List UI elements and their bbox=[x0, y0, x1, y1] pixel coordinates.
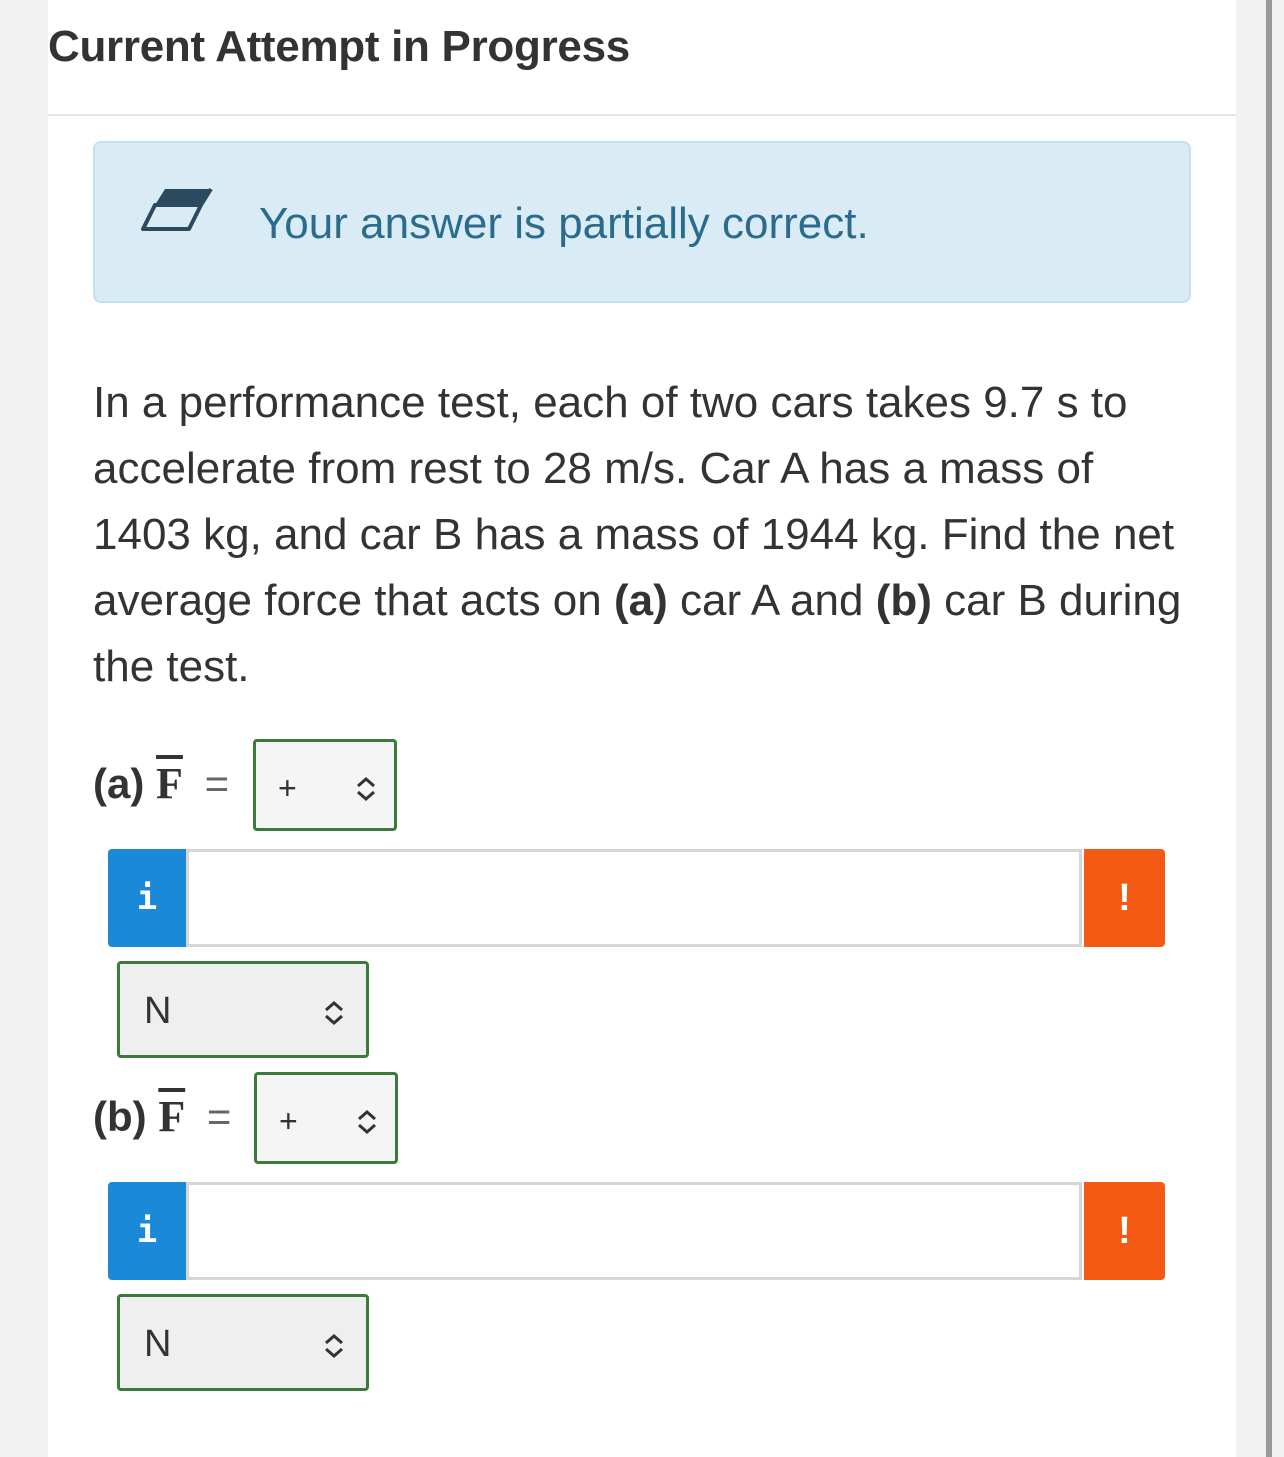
part-a-answer-input[interactable] bbox=[186, 849, 1082, 947]
chevron-updown-icon bbox=[358, 1110, 376, 1134]
unit-value: N bbox=[144, 990, 172, 1032]
scrollbar[interactable] bbox=[1266, 0, 1272, 1457]
part-b-prefix: (b) bbox=[93, 1093, 147, 1140]
unit-value: N bbox=[144, 1323, 172, 1365]
incorrect-indicator[interactable]: ! bbox=[1084, 849, 1165, 947]
part-a-unit-select[interactable]: N bbox=[117, 961, 369, 1058]
chevron-updown-icon bbox=[325, 1001, 343, 1025]
question-text: In a performance test, each of two cars … bbox=[93, 370, 1193, 700]
feedback-alert: Your answer is partially correct. bbox=[93, 141, 1191, 303]
part-a-answer-row: i ! bbox=[108, 849, 1165, 947]
force-symbol: F bbox=[156, 759, 183, 808]
incorrect-indicator[interactable]: ! bbox=[1084, 1182, 1165, 1280]
force-symbol: F bbox=[158, 1092, 186, 1141]
part-b-sign-select[interactable]: + bbox=[254, 1072, 398, 1164]
question-bold-a: (a) bbox=[613, 576, 668, 625]
page-title: Current Attempt in Progress bbox=[48, 22, 630, 71]
chevron-updown-icon bbox=[325, 1334, 343, 1358]
chevron-updown-icon bbox=[357, 777, 375, 801]
sign-value: + bbox=[278, 770, 297, 806]
part-b-unit-select[interactable]: N bbox=[117, 1294, 369, 1391]
equals-sign: = bbox=[204, 760, 230, 807]
equals-sign: = bbox=[206, 1093, 232, 1140]
sign-value: + bbox=[279, 1103, 298, 1139]
alert-message: Your answer is partially correct. bbox=[259, 199, 869, 248]
part-a-label: (a) F = bbox=[93, 758, 229, 809]
eraser-icon bbox=[141, 187, 213, 231]
part-b-label: (b) F = bbox=[93, 1091, 231, 1142]
part-b-answer-input[interactable] bbox=[186, 1182, 1082, 1280]
info-button[interactable]: i bbox=[108, 1182, 186, 1280]
divider bbox=[48, 114, 1236, 116]
part-a-sign-select[interactable]: + bbox=[253, 739, 397, 831]
question-bold-b: (b) bbox=[875, 576, 932, 625]
info-button[interactable]: i bbox=[108, 849, 186, 947]
part-b-answer-row: i ! bbox=[108, 1182, 1165, 1280]
question-part2: car A and bbox=[667, 576, 876, 625]
part-a-prefix: (a) bbox=[93, 760, 145, 807]
